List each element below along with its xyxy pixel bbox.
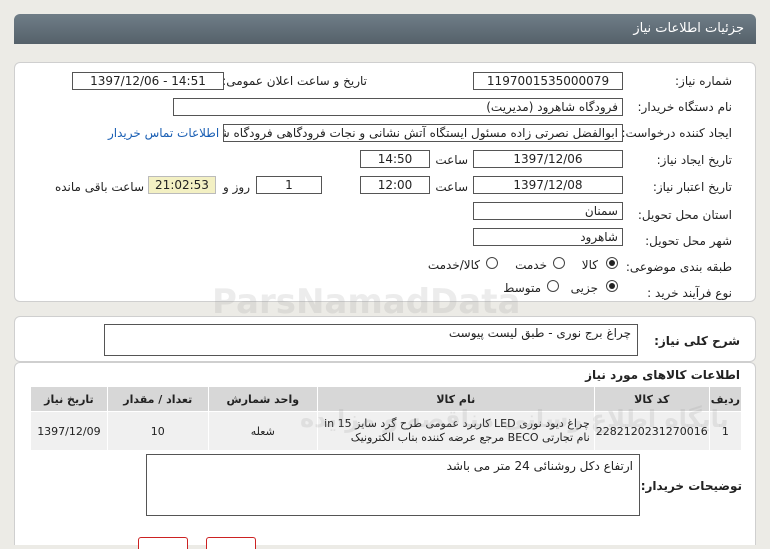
bottom-button-left[interactable] <box>138 537 188 549</box>
category-label: طبقه بندی موضوعی: <box>625 260 732 274</box>
province-field[interactable]: سمنان <box>473 202 623 220</box>
city-label: شهر محل تحویل: <box>645 234 732 248</box>
cell-unit: شعله <box>207 411 318 451</box>
cell-name: چراغ دیود نوری LED کاربرد عمومی طرح گرد … <box>316 411 595 451</box>
category-radio-goods[interactable] <box>606 257 618 269</box>
category-radio-both[interactable] <box>486 257 498 269</box>
validity-time-label: ساعت <box>435 180 468 194</box>
page-title-bar: جزئیات اطلاعات نیاز <box>14 14 756 44</box>
creator-field[interactable]: ابوالفضل نصرتی زاده مسئول ایستگاه آتش نش… <box>223 124 623 142</box>
created-time-label: ساعت <box>435 153 468 167</box>
validity-date-field[interactable]: 1397/12/08 <box>473 176 623 194</box>
col-unit: واحد شمارش <box>207 386 318 412</box>
created-date-field[interactable]: 1397/12/06 <box>473 150 623 168</box>
items-table: ردیف کد کالا نام کالا واحد شمارش تعداد /… <box>30 386 743 451</box>
summary-field[interactable]: چراغ برج نوری - طبق لیست پیوست <box>104 324 638 356</box>
process-option-minor: جزیی <box>570 281 598 295</box>
category-option-service: خدمت <box>515 258 547 272</box>
province-label: استان محل تحویل: <box>637 208 732 222</box>
created-time-field[interactable]: 14:50 <box>360 150 430 168</box>
cell-code: 2282120231270016 <box>593 411 710 451</box>
created-date-label: تاریخ ایجاد نیاز: <box>656 153 732 167</box>
process-radio-medium[interactable] <box>547 280 559 292</box>
buyer-notes-label: توضیحات خریدار: <box>640 479 742 493</box>
col-index: ردیف <box>708 386 743 412</box>
need-number-label: شماره نیاز: <box>675 74 732 88</box>
validity-time-field[interactable]: 12:00 <box>360 176 430 194</box>
col-code: کد کالا <box>593 386 710 412</box>
buyer-notes-field[interactable]: ارتفاع دکل روشنائی 24 متر می باشد <box>146 454 640 516</box>
process-radio-minor[interactable] <box>606 280 618 292</box>
summary-label: شرح کلی نیاز: <box>654 334 740 348</box>
validity-label: تاریخ اعتبار نیاز: <box>652 180 732 194</box>
col-qty: تعداد / مقدار <box>106 386 209 412</box>
city-field[interactable]: شاهرود <box>473 228 623 246</box>
bottom-button-right[interactable] <box>206 537 256 549</box>
category-radio-service[interactable] <box>553 257 565 269</box>
remaining-time-field: 21:02:53 <box>148 176 216 194</box>
announce-field[interactable]: 1397/12/06 - 14:51 <box>72 72 224 90</box>
col-name: نام کالا <box>316 386 595 412</box>
process-label: نوع فرآیند خرید : <box>647 286 732 300</box>
col-date: تاریخ نیاز <box>30 386 108 412</box>
days-field[interactable]: 1 <box>256 176 322 194</box>
creator-label: ایجاد کننده درخواست: <box>621 126 732 140</box>
days-label: روز و <box>223 180 250 194</box>
remaining-label: ساعت باقی مانده <box>54 180 144 194</box>
process-option-medium: متوسط <box>503 281 541 295</box>
cell-index: 1 <box>708 411 743 451</box>
announce-label: تاریخ و ساعت اعلان عمومی: <box>222 74 367 88</box>
buyer-field[interactable]: فرودگاه شاهرود (مدیریت) <box>173 98 623 116</box>
page-title: جزئیات اطلاعات نیاز <box>633 21 744 36</box>
buyer-label: نام دستگاه خریدار: <box>637 100 733 114</box>
contact-buyer-link[interactable]: اطلاعات تماس خریدار <box>108 126 219 140</box>
table-row: 1 2282120231270016 چراغ دیود نوری LED کا… <box>30 411 743 451</box>
category-option-both: کالا/خدمت <box>427 258 480 272</box>
items-section-title: اطلاعات کالاهای مورد نیاز <box>585 368 740 382</box>
cell-qty: 10 <box>106 411 209 451</box>
category-option-goods: کالا <box>581 258 598 272</box>
need-number-field[interactable]: 1197001535000079 <box>473 72 623 90</box>
cell-date: 1397/12/09 <box>30 411 108 451</box>
